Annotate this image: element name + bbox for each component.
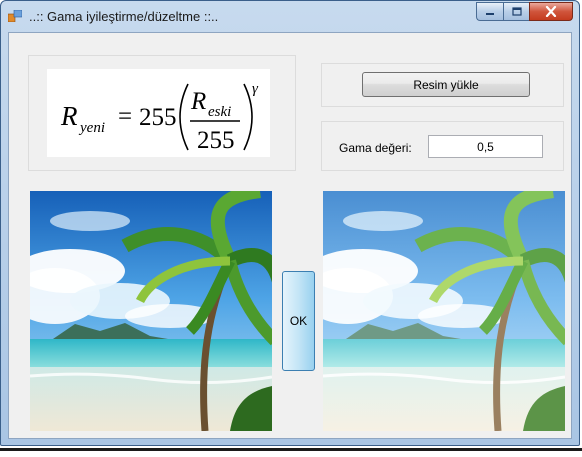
numerator-symbol: R <box>190 88 206 115</box>
beach-scene <box>30 191 272 431</box>
close-icon <box>545 6 557 17</box>
numerator-subscript: eski <box>208 104 231 120</box>
beach-scene-result <box>323 191 565 431</box>
ok-button[interactable]: OK <box>282 271 315 371</box>
maximize-icon <box>511 7 522 16</box>
gamma-value-input[interactable]: 0,5 <box>428 135 543 158</box>
title-bar[interactable]: ..:: Gama iyileştirme/düzeltme ::.. <box>1 1 579 31</box>
left-parenthesis <box>179 83 189 151</box>
maximize-button[interactable] <box>503 2 529 21</box>
exponent-symbol: γ <box>252 81 259 97</box>
minimize-icon <box>486 12 494 15</box>
constant-value: 255 <box>139 104 177 131</box>
lhs-subscript: yeni <box>78 120 105 136</box>
load-image-button[interactable]: Resim yükle <box>362 72 530 97</box>
formula-graphic: R yeni = 255 R eski 255 γ <box>60 81 259 154</box>
app-icon <box>8 10 22 22</box>
window-title: ..:: Gama iyileştirme/düzeltme ::.. <box>29 9 219 24</box>
main-window: ..:: Gama iyileştirme/düzeltme ::.. R ye… <box>0 0 580 446</box>
denominator-value: 255 <box>197 127 235 154</box>
right-parenthesis <box>243 83 253 151</box>
result-image <box>323 191 565 431</box>
gamma-formula: R yeni = 255 R eski 255 γ <box>47 69 270 157</box>
gamma-label: Gama değeri: <box>339 141 412 155</box>
original-image <box>30 191 272 431</box>
caption-buttons <box>476 2 573 22</box>
bottom-edge-line <box>0 448 582 451</box>
minimize-button[interactable] <box>476 2 503 21</box>
lhs-symbol: R <box>60 101 78 131</box>
close-button[interactable] <box>529 2 573 21</box>
equals-sign: = <box>118 103 132 130</box>
